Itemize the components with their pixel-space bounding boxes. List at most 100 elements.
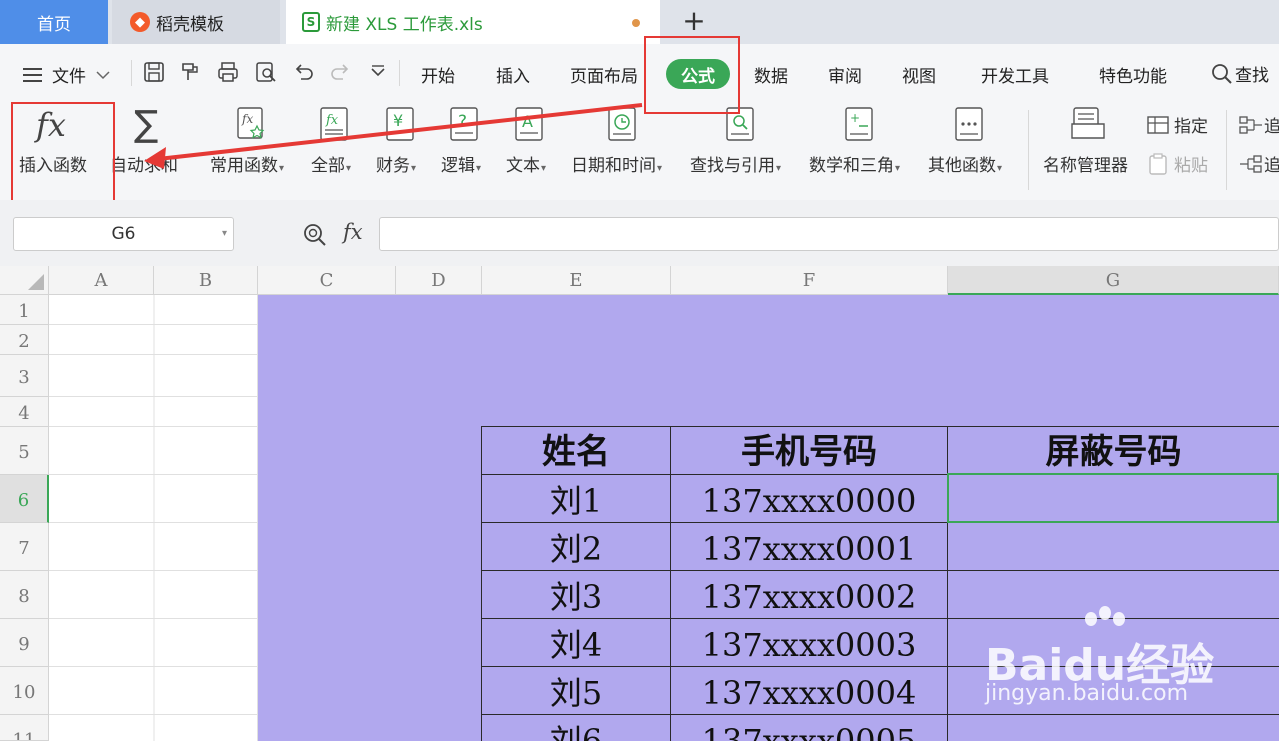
row-header-2[interactable]: 2 xyxy=(0,325,49,355)
column-header-e[interactable]: E xyxy=(482,266,671,295)
menu-special-features[interactable]: 特色功能 xyxy=(1099,62,1167,87)
row-header-5[interactable]: 5 xyxy=(0,427,49,475)
cell-phone[interactable]: 137xxxx0002 xyxy=(671,571,948,619)
lookup-reference-functions-label: 查找与引用 xyxy=(690,156,775,176)
menu-view[interactable]: 视图 xyxy=(902,62,936,87)
menu-developer-tools[interactable]: 开发工具 xyxy=(981,62,1049,87)
menu-home[interactable]: 开始 xyxy=(421,62,455,87)
trace-dependents-button[interactable]: 追 xyxy=(1238,151,1279,176)
cell-masked[interactable] xyxy=(948,523,1279,571)
file-menu-label: 文件 xyxy=(52,67,86,87)
redo-icon[interactable] xyxy=(328,60,352,84)
row-header-3[interactable]: 3 xyxy=(0,355,49,397)
cell-name[interactable]: 刘4 xyxy=(482,619,671,667)
column-header-d[interactable]: D xyxy=(396,266,482,295)
print-icon[interactable] xyxy=(216,60,240,84)
header-phone[interactable]: 手机号码 xyxy=(671,427,948,475)
cell-name[interactable]: 刘6 xyxy=(482,715,671,741)
row-header-9[interactable]: 9 xyxy=(0,619,49,667)
row-header-6[interactable]: 6 xyxy=(0,475,49,523)
docer-logo-icon: ◆ xyxy=(130,12,150,32)
column-header-c[interactable]: C xyxy=(258,266,396,295)
column-header-g[interactable]: G xyxy=(948,266,1279,295)
select-all-triangle-icon xyxy=(28,274,44,290)
trace-precedents-button[interactable]: 追 xyxy=(1238,112,1279,137)
more-functions-label: 其他函数 xyxy=(928,156,996,176)
watermark-url: jingyan.baidu.com xyxy=(985,681,1189,706)
tab-home-label: 首页 xyxy=(37,14,71,35)
tab-workbook[interactable]: S 新建 XLS 工作表.xls xyxy=(286,0,660,44)
row-header-1[interactable]: 1 xyxy=(0,295,49,325)
name-box[interactable]: G6 ▾ xyxy=(13,217,234,251)
math-icon: + xyxy=(845,107,873,141)
print-preview-icon[interactable] xyxy=(254,60,278,84)
customize-quick-access-icon[interactable] xyxy=(366,60,390,84)
search-button[interactable]: 查找 xyxy=(1211,61,1269,86)
tab-home[interactable]: 首页 xyxy=(0,0,108,44)
menu-review[interactable]: 审阅 xyxy=(828,62,862,87)
more-functions-icon xyxy=(955,107,983,141)
row-header-11[interactable]: 11 xyxy=(0,715,49,741)
assign-button[interactable]: 指定 xyxy=(1146,112,1208,137)
undo-icon[interactable] xyxy=(292,60,316,84)
cell-phone[interactable]: 137xxxx0000 xyxy=(671,475,948,523)
cell-name[interactable]: 刘5 xyxy=(482,667,671,715)
row-header-8[interactable]: 8 xyxy=(0,571,49,619)
fx-insert-function-icon[interactable]: fx xyxy=(343,220,363,244)
row-header-10[interactable]: 10 xyxy=(0,667,49,715)
cell-masked[interactable] xyxy=(948,715,1279,741)
column-header-a[interactable]: A xyxy=(49,266,154,295)
new-tab-button[interactable]: + xyxy=(680,7,708,36)
cell-name[interactable]: 刘1 xyxy=(482,475,671,523)
caret-down-icon: ▾ xyxy=(895,163,901,174)
column-header-f[interactable]: F xyxy=(671,266,948,295)
name-box-value: G6 xyxy=(111,224,136,244)
column-header-b[interactable]: B xyxy=(154,266,258,295)
chevron-down-icon: ▾ xyxy=(221,228,227,239)
trace-precedents-label: 追 xyxy=(1264,117,1279,137)
caret-down-icon: ▾ xyxy=(657,163,663,174)
cell-phone[interactable]: 137xxxx0001 xyxy=(671,523,948,571)
unsaved-dot-icon xyxy=(632,19,640,27)
active-cell-g6[interactable] xyxy=(947,473,1279,523)
spreadsheet-icon: S xyxy=(302,12,320,32)
menu-data[interactable]: 数据 xyxy=(754,62,788,87)
formula-input[interactable] xyxy=(379,217,1279,251)
caret-down-icon: ▾ xyxy=(997,163,1003,174)
grid-lines xyxy=(49,295,258,741)
hamburger-icon xyxy=(23,67,42,82)
header-name[interactable]: 姓名 xyxy=(482,427,671,475)
divider xyxy=(131,60,132,86)
divider xyxy=(399,60,400,86)
paste-button[interactable]: 粘贴 xyxy=(1146,151,1208,176)
cell-phone[interactable]: 137xxxx0004 xyxy=(671,667,948,715)
menu-page-layout[interactable]: 页面布局 xyxy=(570,62,638,87)
highlight-formulas-tab xyxy=(644,36,740,114)
svg-text:+: + xyxy=(850,111,860,125)
annotation-arrow-icon xyxy=(144,103,643,169)
cell-phone[interactable]: 137xxxx0003 xyxy=(671,619,948,667)
divider xyxy=(1028,110,1029,190)
paste-label: 粘贴 xyxy=(1174,156,1208,176)
cell-name[interactable]: 刘3 xyxy=(482,571,671,619)
cells-a-b[interactable] xyxy=(49,295,258,741)
baidu-jingyan-watermark: Baidu经验 jingyan.baidu.com xyxy=(985,605,1245,715)
cell-phone[interactable]: 137xxxx0005 xyxy=(671,715,948,741)
divider xyxy=(1226,110,1227,190)
format-painter-icon[interactable] xyxy=(178,60,202,84)
menu-insert[interactable]: 插入 xyxy=(496,62,530,87)
row-header-4[interactable]: 4 xyxy=(0,397,49,427)
file-menu[interactable]: 文件 xyxy=(22,62,110,87)
trace-precedents-icon xyxy=(1239,115,1262,134)
clipboard-icon xyxy=(1149,152,1167,175)
row-header-7[interactable]: 7 xyxy=(0,523,49,571)
tab-docer-templates[interactable]: ◆ 稻壳模板 xyxy=(112,0,280,44)
tab-workbook-label: 新建 XLS 工作表.xls xyxy=(326,14,483,35)
tab-docer-label: 稻壳模板 xyxy=(156,14,224,35)
save-icon[interactable] xyxy=(142,60,166,84)
cell-name[interactable]: 刘2 xyxy=(482,523,671,571)
name-manager-label: 名称管理器 xyxy=(1043,156,1128,176)
select-all-corner[interactable] xyxy=(0,266,49,295)
header-masked[interactable]: 屏蔽号码 xyxy=(948,427,1279,475)
zoom-icon[interactable] xyxy=(302,222,328,248)
